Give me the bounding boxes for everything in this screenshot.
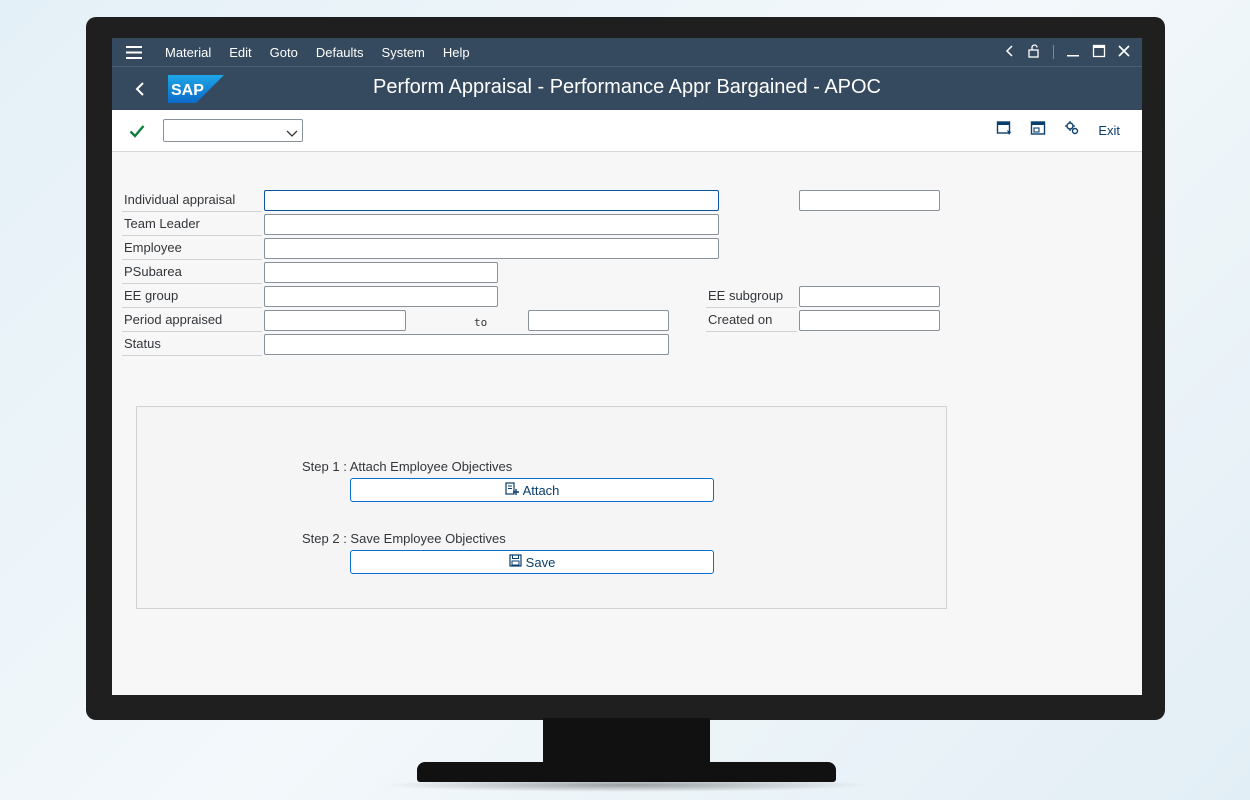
window-controls [1005, 43, 1142, 61]
appraisal-id-field[interactable] [799, 190, 940, 211]
attach-document-icon [504, 481, 519, 499]
team-leader-field[interactable] [264, 214, 719, 235]
new-window-icon[interactable] [996, 120, 1012, 141]
back-arrow-icon[interactable] [112, 81, 168, 97]
steps-panel: Step 1 : Attach Employee Objectives Atta… [136, 406, 947, 609]
enter-check-icon[interactable] [112, 124, 162, 138]
ee-group-field[interactable] [264, 286, 498, 307]
command-field[interactable] [163, 119, 303, 142]
status-field[interactable] [264, 334, 669, 355]
created-on-field[interactable] [799, 310, 940, 331]
created-on-label: Created on [706, 309, 797, 332]
chevron-left-icon[interactable] [1005, 44, 1015, 60]
save-button[interactable]: Save [350, 550, 714, 574]
menu-goto[interactable]: Goto [261, 45, 307, 60]
settings-gear-icon[interactable] [1064, 120, 1080, 141]
ee-subgroup-field[interactable] [799, 286, 940, 307]
menu-defaults[interactable]: Defaults [307, 45, 373, 60]
period-to-label: to [474, 316, 488, 329]
monitor-neck [543, 718, 710, 768]
sap-logo: SAP [168, 74, 224, 103]
individual-appraisal-field[interactable] [264, 190, 719, 211]
attach-button[interactable]: Attach [350, 478, 714, 502]
attach-label: Attach [522, 482, 560, 498]
monitor-shadow [380, 778, 870, 792]
toolbar: Exit [112, 110, 1142, 152]
page-title: Perform Appraisal - Performance Appr Bar… [372, 76, 881, 98]
toolbar-actions: Exit [996, 120, 1142, 141]
step1-label: Step 1 : Attach Employee Objectives [302, 459, 513, 474]
team-leader-label: Team Leader [122, 213, 262, 236]
close-icon[interactable] [1118, 44, 1130, 60]
individual-appraisal-label: Individual appraisal [122, 189, 262, 212]
title-bar: SAP Perform Appraisal - Performance Appr… [112, 67, 1142, 110]
menu-help[interactable]: Help [434, 45, 479, 60]
ee-group-label: EE group [122, 285, 262, 308]
sap-window: Material Edit Goto Defaults System Help [112, 38, 1142, 695]
separator [1053, 45, 1054, 59]
employee-label: Employee [122, 237, 262, 260]
menu-material[interactable]: Material [156, 45, 220, 60]
save-label: Save [525, 554, 556, 570]
period-to-field[interactable] [528, 310, 669, 331]
ee-subgroup-label: EE subgroup [706, 285, 797, 308]
step2-label: Step 2 : Save Employee Objectives [302, 531, 506, 546]
period-appraised-label: Period appraised [122, 309, 262, 332]
minimize-icon[interactable] [1066, 44, 1080, 61]
save-icon [509, 554, 522, 570]
exit-button[interactable]: Exit [1098, 123, 1120, 138]
menu-bar: Material Edit Goto Defaults System Help [112, 38, 1142, 67]
sap-logo-text: SAP [171, 82, 204, 99]
period-from-field[interactable] [264, 310, 406, 331]
menu-edit[interactable]: Edit [220, 45, 260, 60]
unlock-icon[interactable] [1027, 43, 1041, 61]
employee-field[interactable] [264, 238, 719, 259]
psubarea-field[interactable] [264, 262, 498, 283]
psubarea-label: PSubarea [122, 261, 262, 284]
maximize-icon[interactable] [1092, 44, 1106, 61]
hamburger-menu-icon[interactable] [112, 45, 156, 59]
menu-system[interactable]: System [373, 45, 434, 60]
window-layout-icon[interactable] [1030, 120, 1046, 141]
status-label: Status [122, 333, 262, 356]
chevron-down-icon[interactable] [286, 125, 298, 143]
